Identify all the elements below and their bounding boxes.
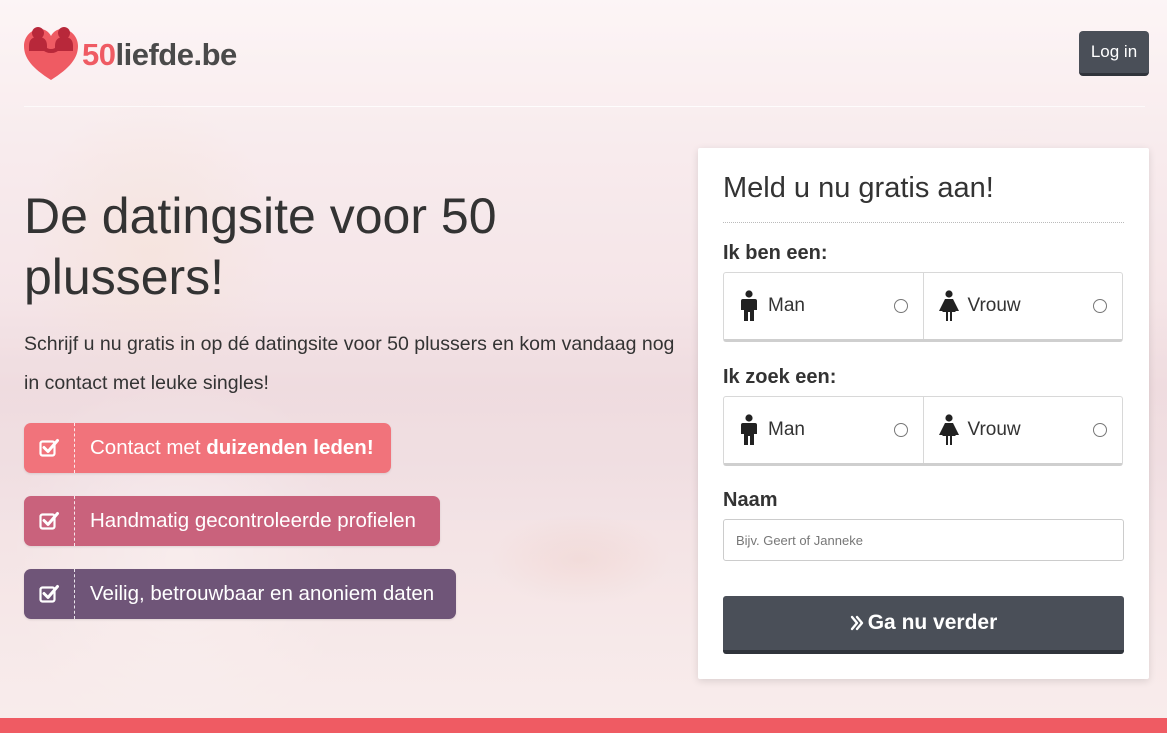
- feature-text: Handmatig gecontroleerde profielen: [90, 509, 416, 532]
- hero-subtitle: Schrijf u nu gratis in op dé datingsite …: [24, 333, 675, 394]
- gender-vrouw-radio[interactable]: [1093, 299, 1107, 313]
- seeking-man-radio[interactable]: [893, 423, 908, 437]
- checkbox-icon: [24, 569, 75, 619]
- seeking-vrouw-label: Vrouw: [967, 419, 1021, 440]
- footer-accent-stripe: [0, 718, 1167, 733]
- checkbox-icon: [24, 496, 75, 546]
- logo-number: 50: [82, 37, 116, 72]
- header-divider: [24, 106, 1145, 107]
- feature-badge-safety: Veilig, betrouwbaar en anoniem daten: [24, 569, 456, 619]
- continue-label: Ga nu verder: [867, 611, 998, 634]
- seeking-man-option[interactable]: Man: [724, 397, 923, 463]
- heart-logo-icon: [22, 24, 80, 82]
- signup-divider: [723, 222, 1124, 223]
- double-chevron-right-icon: [850, 615, 864, 631]
- name-label: Naam: [723, 489, 778, 511]
- man-icon: [741, 290, 757, 321]
- logo-domain: liefde.be: [115, 37, 237, 72]
- woman-icon: [938, 290, 959, 321]
- feature-text: Veilig, betrouwbaar en anoniem daten: [90, 582, 435, 605]
- gender-label: Ik ben een:: [723, 242, 828, 264]
- gender-man-radio[interactable]: [893, 299, 908, 313]
- signup-card: Meld u nu gratis aan! Ik ben een: Man Vr…: [698, 148, 1149, 679]
- seeking-vrouw-option[interactable]: Vrouw: [922, 397, 1123, 463]
- seeking-label: Ik zoek een:: [723, 366, 837, 388]
- feature-badge-members: Contact met duizenden leden!: [24, 423, 391, 473]
- feature-text: Contact met duizenden leden!: [90, 436, 374, 459]
- gender-radio-group: Man Vrouw: [723, 272, 1123, 342]
- site-logo[interactable]: 50liefde.be: [22, 24, 237, 82]
- name-input[interactable]: [723, 519, 1124, 561]
- seeking-radio-group: Man Vrouw: [723, 396, 1123, 466]
- continue-button[interactable]: Ga nu verder: [723, 596, 1124, 654]
- man-icon: [741, 414, 757, 445]
- seeking-vrouw-radio[interactable]: [1093, 423, 1107, 437]
- feature-badge-profiles: Handmatig gecontroleerde profielen: [24, 496, 440, 546]
- gender-man-option[interactable]: Man: [724, 273, 923, 339]
- gender-man-label: Man: [768, 295, 805, 316]
- gender-vrouw-label: Vrouw: [967, 295, 1021, 316]
- logo-wordmark: 50liefde.be: [82, 37, 237, 73]
- gender-vrouw-option[interactable]: Vrouw: [922, 273, 1123, 339]
- woman-icon: [938, 414, 959, 445]
- signup-title: Meld u nu gratis aan!: [723, 172, 994, 204]
- checkbox-icon: [24, 423, 75, 473]
- login-button[interactable]: Log in: [1079, 31, 1149, 76]
- hero-title: De datingsite voor 50 plussers!: [24, 188, 497, 305]
- seeking-man-label: Man: [768, 419, 805, 440]
